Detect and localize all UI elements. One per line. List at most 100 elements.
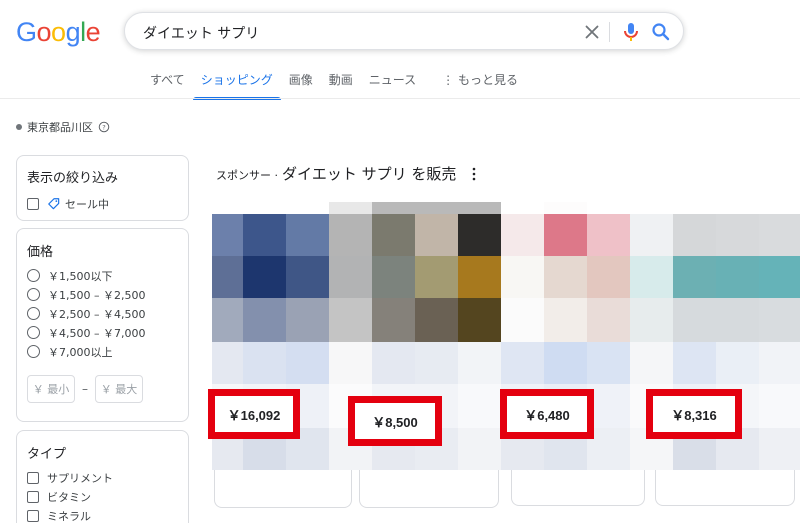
mosaic-tile — [630, 202, 673, 214]
close-icon[interactable] — [581, 21, 603, 43]
search-divider — [609, 22, 610, 42]
type-checkbox[interactable] — [27, 471, 39, 484]
sale-label: セール中 — [65, 197, 109, 211]
tab-videos[interactable]: 動画 — [329, 72, 353, 98]
mosaic-tile — [716, 202, 759, 214]
tab-more[interactable]: ⋮ もっと見る — [442, 72, 518, 98]
logo-letter: o — [51, 17, 66, 47]
mosaic-tile — [716, 256, 759, 298]
filter-refine-title: 表示の絞り込み — [27, 171, 119, 186]
logo-letter: e — [85, 17, 101, 47]
price-option[interactable]: ￥7,000以上 — [27, 342, 178, 361]
price-radio[interactable] — [27, 269, 40, 282]
help-circle-icon[interactable]: ? — [98, 121, 110, 133]
price-max-input[interactable]: ￥ 最大 — [95, 375, 143, 403]
mosaic-tile — [630, 256, 673, 298]
mosaic-tile — [716, 214, 759, 256]
mosaic-tile — [716, 298, 759, 342]
price-option-label: ￥2,500 – ￥4,500 — [48, 307, 146, 321]
tab-images[interactable]: 画像 — [289, 72, 313, 98]
mosaic-tile — [415, 256, 458, 298]
price-option-label: ￥1,500 – ￥2,500 — [48, 288, 146, 302]
mosaic-tile — [458, 342, 501, 384]
search-box[interactable]: ダイエット サプリ — [124, 12, 684, 50]
tab-shopping[interactable]: ショッピング — [192, 72, 281, 100]
tab-news[interactable]: ニュース — [369, 72, 416, 98]
tab-all[interactable]: すべて — [150, 72, 185, 98]
mosaic-tile — [458, 428, 501, 470]
type-option[interactable]: ミネラル — [27, 506, 178, 523]
location[interactable]: 東京都品川区 ? — [16, 119, 110, 135]
sale-checkbox[interactable] — [27, 197, 39, 210]
sale-tag-icon — [48, 197, 60, 209]
price-radio[interactable] — [27, 345, 40, 358]
mosaic-tile — [372, 342, 415, 384]
search-tabs: すべて ショッピング 画像 動画 ニュース ⋮ もっと見る — [150, 72, 534, 100]
mosaic-tile — [673, 298, 716, 342]
mosaic-tile — [587, 256, 630, 298]
mosaic-tile — [212, 214, 243, 256]
mosaic-tile — [415, 298, 458, 342]
mosaic-tile — [329, 256, 372, 298]
sponsored-title: ダイエット サプリ を販売 — [282, 165, 457, 183]
search-input[interactable]: ダイエット サプリ — [143, 23, 259, 43]
price-min-input[interactable]: ￥ 最小 — [27, 375, 75, 403]
mosaic-tile — [759, 214, 800, 256]
sale-filter[interactable]: セール中 — [27, 194, 178, 213]
type-option[interactable]: サプリメント — [27, 468, 178, 487]
mosaic-tile — [286, 298, 329, 342]
microphone-icon[interactable] — [619, 20, 643, 44]
price-option[interactable]: ￥1,500 – ￥2,500 — [27, 285, 178, 304]
price-radio[interactable] — [27, 326, 40, 339]
mosaic-tile — [458, 384, 501, 428]
price-option[interactable]: ￥4,500 – ￥7,000 — [27, 323, 178, 342]
google-logo[interactable]: Google — [16, 17, 101, 48]
mosaic-tile — [544, 342, 587, 384]
price-radio[interactable] — [27, 288, 40, 301]
search-results-page: Google ダイエット サプリ すべて ショッピング 画像 動画 ニュース ⋮… — [0, 0, 800, 523]
mosaic-tile — [415, 214, 458, 256]
product-card[interactable] — [511, 470, 645, 506]
mosaic-tile — [286, 214, 329, 256]
mosaic-tile — [243, 214, 286, 256]
mosaic-tile — [415, 202, 458, 214]
mosaic-tile — [501, 214, 544, 256]
type-option-label: サプリメント — [47, 471, 113, 485]
more-vert-icon[interactable] — [468, 167, 480, 181]
mosaic-tile — [329, 202, 372, 214]
product-price[interactable]: ￥6,480 — [500, 389, 594, 439]
sponsored-label: スポンサー · — [216, 169, 278, 182]
mosaic-tile — [372, 298, 415, 342]
mosaic-tile — [673, 256, 716, 298]
logo-letter: G — [16, 17, 37, 47]
mosaic-tile — [587, 214, 630, 256]
price-radio[interactable] — [27, 307, 40, 320]
mosaic-tile — [372, 202, 415, 214]
product-card[interactable] — [214, 470, 352, 508]
product-price[interactable]: ￥8,500 — [348, 396, 442, 446]
price-option[interactable]: ￥1,500以下 — [27, 266, 178, 285]
type-option[interactable]: ビタミン — [27, 487, 178, 506]
type-checkbox[interactable] — [27, 509, 39, 522]
svg-text:?: ? — [102, 123, 105, 131]
mosaic-tile — [501, 342, 544, 384]
mosaic-tile — [243, 256, 286, 298]
mosaic-tile — [544, 214, 587, 256]
price-option-label: ￥7,000以上 — [48, 345, 113, 359]
product-card[interactable] — [655, 470, 795, 506]
mosaic-tile — [458, 298, 501, 342]
product-price[interactable]: ￥16,092 — [208, 389, 300, 439]
price-option-label: ￥4,500 – ￥7,000 — [48, 326, 146, 340]
mosaic-tile — [372, 214, 415, 256]
price-option[interactable]: ￥2,500 – ￥4,500 — [27, 304, 178, 323]
tabs-divider — [0, 98, 800, 99]
logo-letter: o — [36, 17, 52, 47]
mosaic-tile — [415, 342, 458, 384]
mosaic-tile — [587, 342, 630, 384]
product-card[interactable] — [359, 470, 499, 508]
product-price[interactable]: ￥8,316 — [646, 389, 742, 439]
mosaic-tile — [372, 256, 415, 298]
type-checkbox[interactable] — [27, 490, 39, 503]
filter-type-title: タイプ — [27, 447, 67, 462]
search-icon[interactable] — [649, 20, 673, 44]
